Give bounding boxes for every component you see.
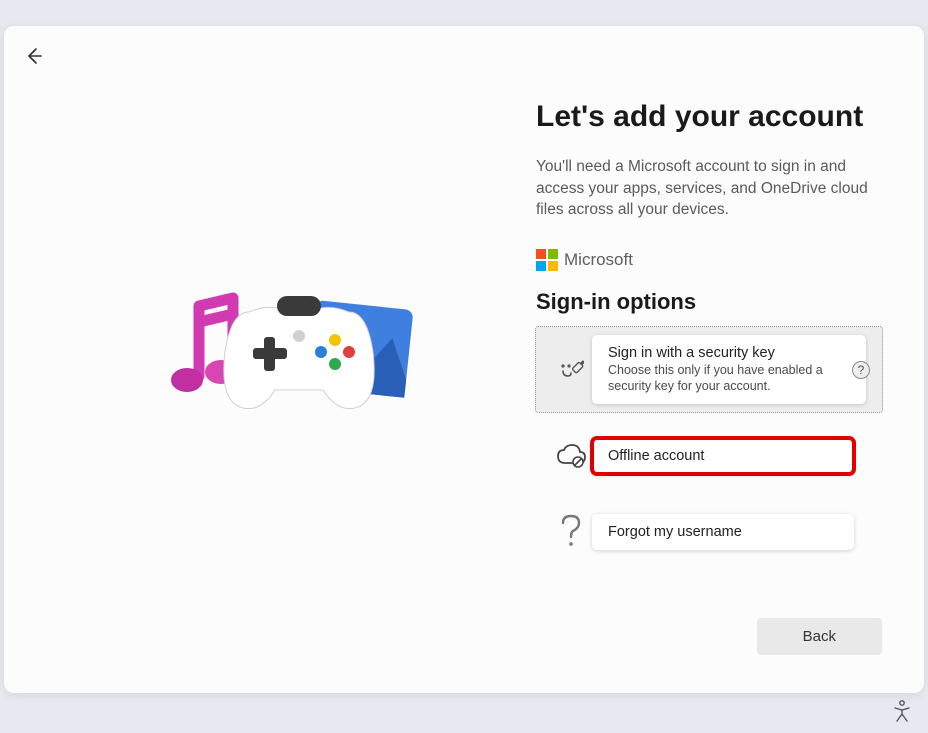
back-arrow-icon[interactable] xyxy=(24,46,44,71)
page-title: Let's add your account xyxy=(536,100,882,134)
option-pill: Forgot my username xyxy=(592,514,854,550)
page-subtitle: You'll need a Microsoft account to sign … xyxy=(536,156,882,221)
option-label: Offline account xyxy=(608,448,838,464)
help-icon[interactable]: ? xyxy=(852,361,870,379)
entertainment-illustration xyxy=(141,270,421,450)
option-label: Forgot my username xyxy=(608,524,838,540)
signin-option-security-key[interactable]: Sign in with a security key Choose this … xyxy=(536,327,882,412)
signin-option-forgot-username[interactable]: Forgot my username xyxy=(536,500,882,564)
microsoft-logo: Microsoft xyxy=(536,249,882,271)
option-sub: Choose this only if you have enabled a s… xyxy=(608,363,850,394)
form-pane: Let's add your account You'll need a Mic… xyxy=(536,54,882,665)
question-icon xyxy=(536,513,592,551)
option-label: Sign in with a security key xyxy=(608,345,850,361)
usb-key-icon xyxy=(546,355,592,385)
oobe-window: Let's add your account You'll need a Mic… xyxy=(4,26,924,693)
signin-options-title: Sign-in options xyxy=(536,289,882,315)
cloud-off-icon xyxy=(536,443,592,469)
illustration-pane xyxy=(46,54,536,665)
option-pill: Offline account xyxy=(592,438,854,474)
microsoft-logo-text: Microsoft xyxy=(564,250,633,270)
signin-option-offline-account[interactable]: Offline account xyxy=(536,424,882,488)
microsoft-logo-icon xyxy=(536,249,558,271)
accessibility-icon[interactable] xyxy=(892,700,912,727)
back-button[interactable]: Back xyxy=(757,618,882,655)
content-area: Let's add your account You'll need a Mic… xyxy=(46,54,882,665)
option-pill: Sign in with a security key Choose this … xyxy=(592,335,866,404)
